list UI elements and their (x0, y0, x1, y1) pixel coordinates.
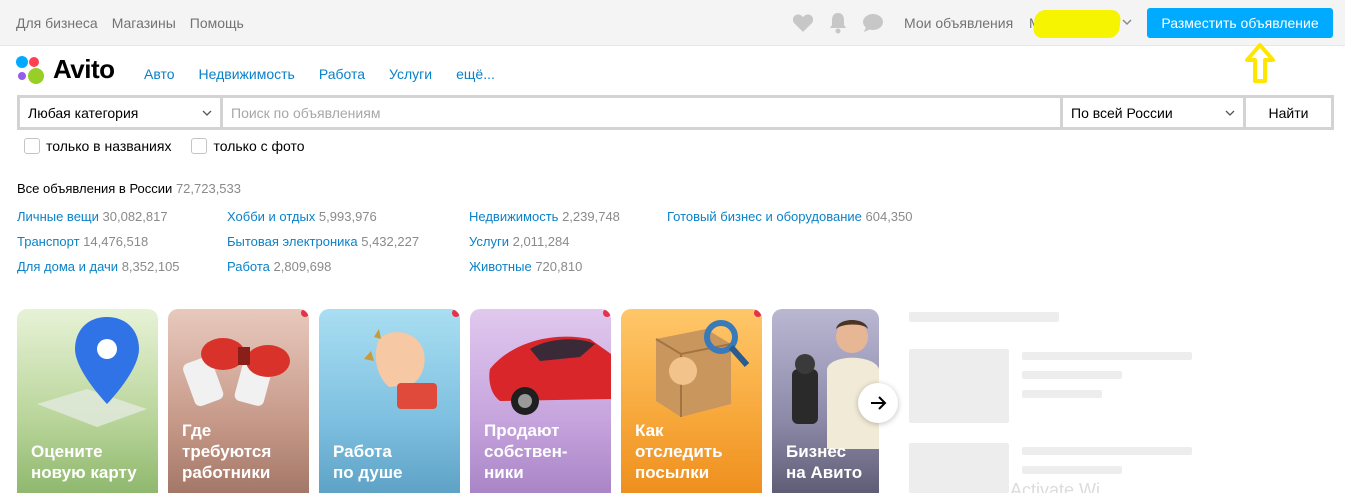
unread-dot (301, 309, 309, 317)
heart-icon[interactable] (792, 13, 814, 33)
checkbox[interactable] (191, 138, 208, 154)
story-card-map[interactable]: Оцените новую карту (17, 309, 158, 493)
search-input[interactable] (223, 98, 1060, 127)
search-filters: только в названиях только с фото (24, 138, 305, 154)
nav-item-services[interactable]: Услуги (389, 66, 432, 82)
all-ads-label: Все объявления в России (17, 181, 173, 196)
story-card-job[interactable]: Работа по душе (319, 309, 460, 493)
category-link[interactable]: Услуги 2,011,284 (469, 234, 569, 249)
category-link[interactable]: Для дома и дачи 8,352,105 (17, 259, 180, 274)
category-link[interactable]: Транспорт 14,476,518 (17, 234, 148, 249)
skeleton-line (1022, 352, 1192, 360)
carousel-next-button[interactable] (858, 383, 898, 423)
main-nav: Авто Недвижимость Работа Услуги ещё... (144, 66, 495, 82)
nav-item-jobs[interactable]: Работа (319, 66, 365, 82)
nav-item-auto[interactable]: Авто (144, 66, 175, 82)
chevron-down-icon (1225, 110, 1235, 116)
skeleton-line (1022, 447, 1192, 455)
all-ads-summary: Все объявления в России 72,723,533 (17, 181, 241, 196)
category-link[interactable]: Хобби и отдых 5,993,976 (227, 209, 377, 224)
shops-link[interactable]: Магазины (112, 15, 176, 31)
story-card-parcels[interactable]: Как отследить посылки (621, 309, 762, 493)
category-link[interactable]: Работа 2,809,698 (227, 259, 331, 274)
region-select[interactable]: По всей России (1063, 98, 1243, 127)
top-bar: Для бизнеса Магазины Помощь Мои объявлен… (0, 0, 1345, 46)
search-bar: Любая категория По всей России Найти (17, 95, 1334, 130)
category-link[interactable]: Личные вещи 30,082,817 (17, 209, 168, 224)
all-ads-count: 72,723,533 (175, 181, 242, 196)
category-link[interactable]: Готовый бизнес и оборудование 604,350 (667, 209, 913, 224)
skeleton-line (1022, 390, 1102, 398)
skeleton-title (909, 312, 1059, 322)
top-icons (792, 12, 884, 34)
logo-text: Avito (53, 54, 115, 84)
story-caption: Бизнес на Авито (786, 442, 863, 482)
post-ad-button[interactable]: Разместить объявление (1147, 8, 1333, 38)
category-link[interactable]: Бытовая электроника 5,432,227 (227, 234, 419, 249)
my-ads-link[interactable]: Мои объявления (904, 15, 1013, 31)
story-card-owners[interactable]: Продают собствен- ники (470, 309, 611, 493)
story-card-workers[interactable]: Где требуются работники (168, 309, 309, 493)
skeleton-image (909, 443, 1009, 493)
story-caption: Работа по душе (333, 442, 403, 482)
skeleton-line (1022, 466, 1122, 474)
logo-dots-icon (16, 55, 46, 85)
category-select[interactable]: Любая категория (20, 98, 220, 127)
redaction-highlight (1032, 10, 1122, 38)
filter-with-photo[interactable]: только с фото (191, 138, 305, 154)
category-link[interactable]: Недвижимость 2,239,748 (469, 209, 620, 224)
arrow-right-icon (871, 396, 887, 410)
find-button[interactable]: Найти (1246, 98, 1331, 127)
arrow-up-icon (1244, 42, 1276, 87)
os-activation-watermark: Activate Wi (1010, 480, 1101, 493)
skeleton-line (1022, 371, 1122, 379)
story-caption: Продают собствен- ники (484, 421, 568, 482)
story-caption: Оцените новую карту (31, 442, 137, 482)
filter-label: только в названиях (46, 138, 172, 154)
story-caption: Как отследить посылки (635, 421, 723, 482)
filter-titles-only[interactable]: только в названиях (24, 138, 171, 154)
nav-item-realty[interactable]: Недвижимость (199, 66, 295, 82)
story-caption: Где требуются работники (182, 421, 272, 482)
bell-icon[interactable] (828, 12, 848, 34)
business-link[interactable]: Для бизнеса (16, 15, 98, 31)
category-link[interactable]: Животные 720,810 (469, 259, 582, 274)
skeleton-image (909, 349, 1009, 423)
chevron-down-icon (202, 110, 212, 116)
category-select-value: Любая категория (28, 104, 139, 121)
unread-dot (603, 309, 611, 317)
checkbox[interactable] (24, 138, 40, 154)
region-select-value: По всей России (1071, 104, 1173, 121)
nav-item-more[interactable]: ещё... (456, 66, 495, 82)
filter-label: только с фото (213, 138, 305, 154)
chat-icon[interactable] (862, 13, 884, 33)
chevron-down-icon[interactable] (1122, 15, 1132, 30)
help-link[interactable]: Помощь (190, 15, 244, 31)
top-links: Для бизнеса Магазины Помощь (16, 15, 244, 31)
unread-dot (754, 309, 762, 317)
unread-dot (452, 309, 460, 317)
avito-logo[interactable]: Avito (16, 54, 115, 85)
